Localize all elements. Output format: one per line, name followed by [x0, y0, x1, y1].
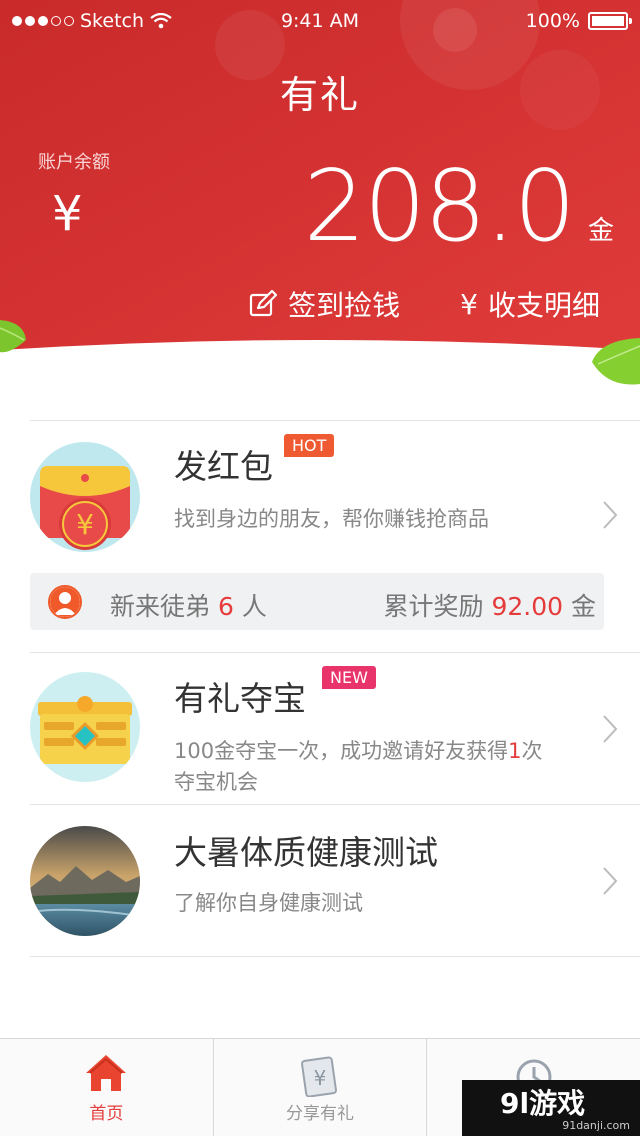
tab-label: 分享有礼 — [286, 1104, 354, 1124]
balance-unit: 金 — [587, 216, 614, 246]
svg-text:¥: ¥ — [314, 1066, 327, 1090]
recruit-count-unit: 人 — [241, 592, 267, 621]
chevron-right-icon — [603, 501, 618, 529]
item-description: 100金夺宝一次，成功邀请好友获得1次 夺宝机会 — [174, 736, 594, 798]
currency-symbol: ¥ — [52, 186, 83, 242]
tab-label: 首页 — [89, 1104, 124, 1124]
item-description: 了解你自身健康测试 — [174, 891, 363, 915]
edit-icon — [250, 289, 278, 317]
checkin-button[interactable]: 签到捡钱 — [248, 284, 400, 324]
battery-percent: 100% — [525, 10, 580, 32]
avatar-icon — [48, 585, 82, 619]
checkin-label: 签到捡钱 — [288, 289, 401, 322]
divider — [30, 652, 640, 653]
red-envelope-icon: ¥ — [30, 442, 140, 552]
item-title: 发红包 — [174, 447, 273, 486]
divider — [30, 420, 640, 421]
new-badge: NEW — [322, 666, 376, 689]
recruit-label: 新来徒弟 — [110, 592, 211, 621]
divider — [30, 956, 640, 957]
header: Sketch 9:41 AM 100% 有礼 账户余额 ¥ 208.0 金 签到… — [0, 0, 640, 370]
description-highlight: 1 — [508, 739, 522, 763]
tab-share-gift[interactable]: ¥ 分享有礼 — [214, 1039, 428, 1136]
leaf-right-icon — [592, 338, 640, 385]
divider — [30, 804, 640, 805]
chevron-right-icon — [603, 867, 618, 895]
reward-amount: 92.00 — [491, 592, 564, 621]
watermark-text: 9l游戏 — [500, 1087, 586, 1120]
reward-unit: 金 — [570, 592, 596, 621]
item-description: 找到身边的朋友，帮你赚钱抢商品 — [174, 507, 489, 531]
recruit-count: 6 — [217, 592, 234, 621]
home-icon — [86, 1055, 127, 1091]
page-title: 有礼 — [279, 73, 360, 117]
description-text: 100金夺宝一次，成功邀请好友获得 — [174, 739, 509, 763]
balance-amount: 208.0 — [303, 150, 576, 264]
recruit-summary[interactable]: 新来徒弟 6 人 累计奖励 92.00 金 — [30, 573, 604, 630]
yen-icon: ¥ — [460, 287, 478, 321]
records-button[interactable]: ¥ 收支明细 — [460, 284, 600, 324]
status-bar: Sketch 9:41 AM 100% — [0, 0, 640, 40]
landscape-photo — [30, 826, 140, 936]
description-text: 次 — [521, 739, 543, 763]
records-label: 收支明细 — [487, 289, 600, 322]
item-title: 有礼夺宝 — [174, 679, 306, 718]
svg-text:¥: ¥ — [76, 508, 94, 541]
leaf-left-icon — [0, 320, 26, 353]
balance-label: 账户余额 — [38, 152, 110, 173]
tab-home[interactable]: 首页 — [0, 1039, 214, 1136]
item-title: 大暑体质健康测试 — [174, 833, 438, 872]
watermark-url: 91danji.com — [562, 1119, 630, 1132]
watermark-logo: 9l游戏 91danji.com — [462, 1080, 640, 1136]
hot-badge: HOT — [284, 434, 335, 457]
treasure-chest-icon — [30, 672, 140, 782]
share-gift-icon: ¥ — [301, 1056, 337, 1097]
chevron-right-icon — [603, 715, 618, 743]
battery-icon — [588, 12, 632, 30]
reward-label: 累计奖励 — [383, 592, 484, 621]
description-text: 夺宝机会 — [174, 770, 258, 794]
